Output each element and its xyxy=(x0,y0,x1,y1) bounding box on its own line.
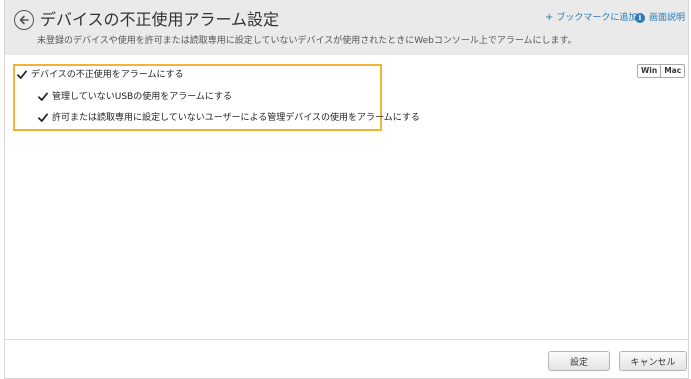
page-header: デバイスの不正使用アラーム設定 未登録のデバイスや使用を許可または読取専用に設定… xyxy=(5,0,688,55)
screen-help-link[interactable]: i 画面説明 xyxy=(635,12,685,24)
footer-divider xyxy=(5,339,688,340)
os-toggle-win[interactable]: Win xyxy=(638,65,660,77)
alarm-unauthorized-user-label: 許可または読取専用に設定していないユーザーによる管理デバイスの使用をアラームにす… xyxy=(52,113,420,123)
alarm-unmanaged-usb-checkbox[interactable]: 管理していないUSBの使用をアラームにする xyxy=(38,91,232,103)
info-icon: i xyxy=(635,13,645,23)
alarm-unmanaged-usb-label: 管理していないUSBの使用をアラームにする xyxy=(52,92,233,102)
os-toggle-mac[interactable]: Mac xyxy=(660,65,684,77)
page-title: デバイスの不正使用アラーム設定 xyxy=(40,10,280,29)
add-bookmark-label: ブックマークに追加 xyxy=(556,13,638,23)
plus-icon: + xyxy=(545,12,554,23)
alarm-unauthorized-user-checkbox[interactable]: 許可または読取専用に設定していないユーザーによる管理デバイスの使用をアラームにす… xyxy=(38,112,420,124)
screen-help-label: 画面説明 xyxy=(649,13,686,23)
checkmark-icon xyxy=(38,113,48,123)
alarm-device-misuse-checkbox[interactable]: デバイスの不正使用をアラームにする xyxy=(17,69,184,81)
os-toggle: Win Mac xyxy=(637,64,686,78)
page-description: 未登録のデバイスや使用を許可または読取専用に設定していないデバイスが使用されたと… xyxy=(37,36,577,46)
settings-panel: デバイスの不正使用アラーム設定 未登録のデバイスや使用を許可または読取専用に設定… xyxy=(4,0,689,379)
cancel-button[interactable]: キャンセル xyxy=(619,351,687,371)
back-button[interactable] xyxy=(14,10,34,30)
add-bookmark-link[interactable]: + ブックマークに追加 xyxy=(545,12,637,24)
checkmark-icon xyxy=(17,70,27,80)
arrow-left-icon xyxy=(19,15,29,25)
save-button[interactable]: 設定 xyxy=(548,351,610,371)
checkmark-icon xyxy=(38,92,48,102)
alarm-device-misuse-label: デバイスの不正使用をアラームにする xyxy=(31,70,184,80)
